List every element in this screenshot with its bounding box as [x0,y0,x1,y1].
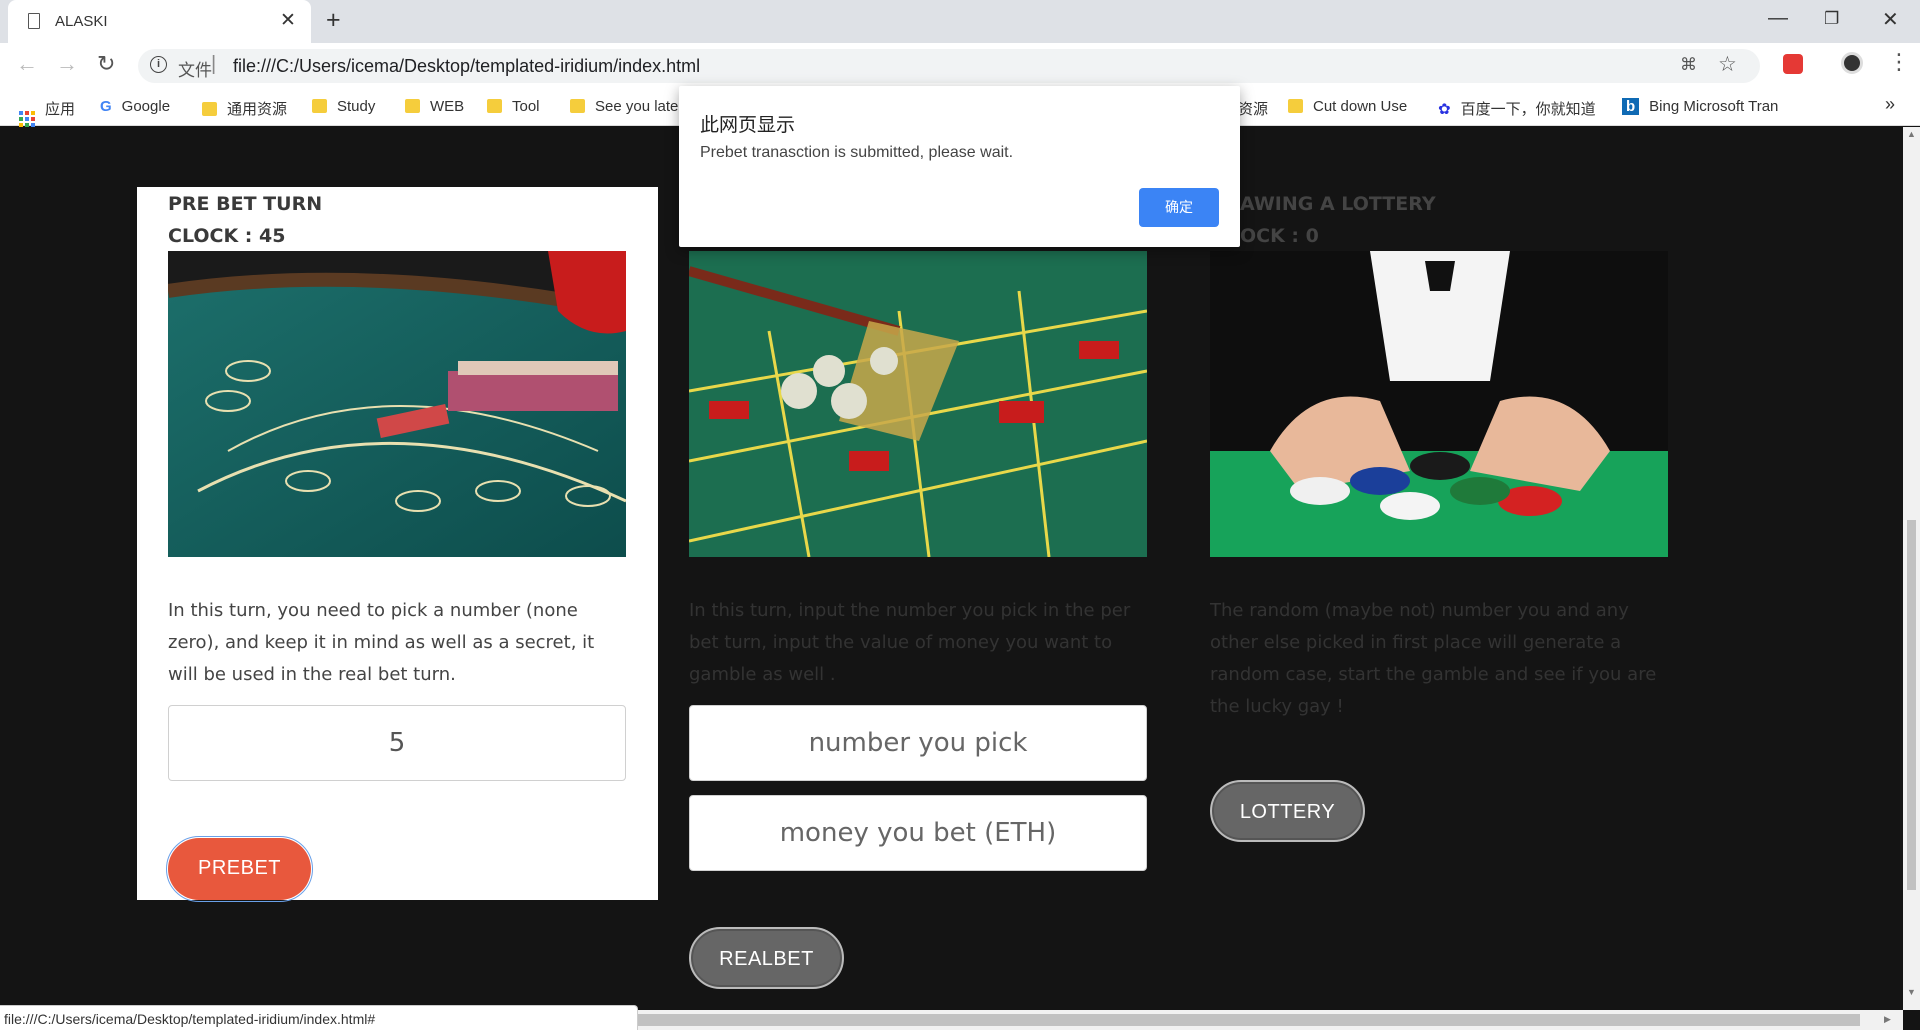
page-icon [28,13,40,29]
scheme-label: 文件 [178,61,212,80]
forward-icon[interactable]: → [56,51,78,77]
google-icon: G [100,98,112,115]
bookmark-google[interactable]: G Google [100,98,170,115]
scroll-right-icon[interactable]: ▶ [1884,1014,1891,1025]
bookmark-folder[interactable]: 通用资源 [202,98,287,119]
folder-icon [570,99,585,113]
folder-icon [312,99,327,113]
alert-dialog: 此网页显示 Prebet tranasction is submitted, p… [679,86,1240,247]
dialog-message: Prebet tranasction is submitted, please … [700,144,1014,161]
close-tab-icon[interactable]: ✕ [280,9,296,32]
bookmark-folder[interactable]: WEB [405,98,464,115]
prebet-description: In this turn, you need to pick a number … [168,600,595,685]
bookmark-folder[interactable]: See you late [570,98,678,115]
bookmark-star-icon[interactable]: ☆ [1718,52,1737,77]
bookmark-folder[interactable]: Study [312,98,375,115]
scroll-down-icon[interactable]: ▼ [1907,987,1916,997]
extension-icon[interactable] [1783,54,1803,74]
horizontal-scroll-thumb[interactable] [638,1014,1860,1026]
page-content: PRE BET TURN CLOCK : 45 In this turn, yo… [0,127,1903,1010]
realbet-money-input[interactable]: money you bet (ETH) [689,795,1147,871]
bookmark-folder[interactable]: 资源 [1238,98,1268,119]
prebet-title: PRE BET TURN [168,193,323,215]
bookmark-folder[interactable]: Tool [487,98,540,115]
bookmark-folder[interactable]: Cut down Use [1288,98,1407,115]
dialog-title: 此网页显示 [700,115,796,136]
prebet-card: PRE BET TURN CLOCK : 45 In this turn, yo… [137,187,658,902]
blackjack-table-image [168,251,626,557]
reload-icon[interactable]: ↻ [97,51,115,77]
minimize-icon[interactable]: — [1768,7,1788,30]
tab-strip: ALASKI ✕ + — ❐ ✕ [0,0,1920,43]
bookmark-bing[interactable]: b Bing Microsoft Tran [1622,98,1792,115]
url-text[interactable]: file:///C:/Users/icema/Desktop/templated… [233,56,700,77]
back-icon[interactable]: ← [16,51,38,77]
folder-icon [487,99,502,113]
folder-icon [202,102,217,116]
lottery-clock: OCK : 0 [1240,225,1319,247]
vertical-scrollbar[interactable]: ▲ ▼ [1903,127,1920,1010]
folder-icon [1288,99,1303,113]
baidu-icon: ✿ [1438,101,1451,118]
prebet-button[interactable]: PREBET [166,836,313,902]
status-bar: file:///C:/Users/icema/Desktop/templated… [0,1005,638,1030]
bookmark-baidu[interactable]: ✿ 百度一下，你就知道 [1438,98,1596,119]
vertical-scroll-thumb[interactable] [1907,520,1916,890]
dialog-ok-button[interactable]: 确定 [1139,188,1219,227]
prebet-number-input[interactable]: 5 [168,705,626,781]
browser-tab[interactable]: ALASKI ✕ [8,0,311,43]
roulette-table-image [689,251,1147,557]
avatar[interactable] [1841,52,1863,74]
lottery-description: The random (maybe not) number you and an… [1210,600,1657,717]
lottery-title: AWING A LOTTERY [1240,193,1436,215]
scroll-up-icon[interactable]: ▲ [1907,129,1916,139]
poker-chips-image [1210,251,1668,557]
realbet-number-input[interactable]: number you pick [689,705,1147,781]
close-window-icon[interactable]: ✕ [1882,7,1899,32]
address-bar[interactable]: i 文件 | file:///C:/Users/icema/Desktop/te… [138,49,1760,83]
tab-title: ALASKI [55,13,108,30]
bookmark-apps[interactable]: 应用 [19,98,75,127]
new-tab-icon[interactable]: + [326,6,341,35]
info-icon[interactable]: i [150,56,167,73]
folder-icon [405,99,420,113]
prebet-clock: CLOCK : 45 [168,225,286,247]
realbet-description: In this turn, input the number you pick … [689,600,1131,685]
toolbar: ← → ↻ i 文件 | file:///C:/Users/icema/Desk… [0,43,1920,89]
menu-icon[interactable]: ⋮ [1888,49,1910,75]
lottery-button[interactable]: LOTTERY [1210,780,1365,842]
apps-icon [19,111,35,127]
restore-icon[interactable]: ❐ [1824,9,1839,29]
separator: | [211,53,217,75]
realbet-button[interactable]: REALBET [689,927,844,989]
translate-icon[interactable]: ⌘ [1680,55,1697,75]
bookmarks-overflow[interactable]: » [1885,94,1895,115]
bing-icon: b [1622,98,1640,115]
